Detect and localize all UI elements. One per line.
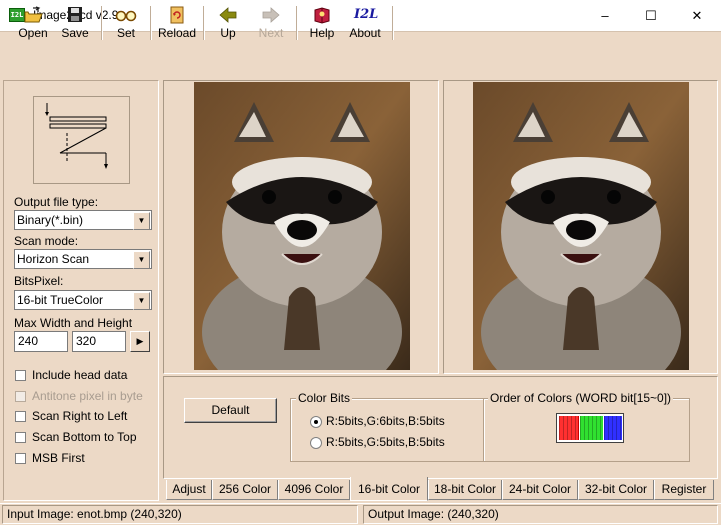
scan-right-left-checkbox[interactable] — [15, 411, 26, 422]
antitone-checkbox[interactable] — [15, 391, 26, 402]
help-book-icon — [314, 7, 330, 24]
radio-555[interactable] — [310, 437, 322, 449]
reload-icon — [170, 6, 184, 24]
input-image-status: Input Image: enot.bmp (240,320) — [2, 505, 358, 524]
chevron-down-icon[interactable]: ▼ — [133, 212, 150, 230]
output-image — [473, 82, 689, 370]
output-type-select[interactable]: Binary(*.bin) ▼ — [14, 210, 152, 230]
include-head-checkbox[interactable] — [15, 370, 26, 381]
color-order-swatch[interactable] — [556, 413, 624, 443]
apply-size-button[interactable]: ▶ — [130, 331, 150, 352]
bits-pixel-value: 16-bit TrueColor — [17, 293, 104, 307]
tab-32-bit-color[interactable]: 32-bit Color — [578, 480, 654, 500]
reload-button[interactable]: Reload — [156, 4, 198, 42]
open-label: Open — [18, 26, 48, 40]
save-button[interactable]: Save — [56, 4, 94, 42]
max-size-label: Max Width and Height — [14, 316, 133, 330]
blue-bits-swatch — [604, 416, 622, 440]
scan-direction-icon — [45, 103, 108, 169]
antitone-label: Antitone pixel in byte — [32, 389, 143, 403]
green-bits-swatch — [580, 416, 603, 440]
minimize-button[interactable]: – — [582, 0, 628, 31]
input-image — [194, 82, 410, 370]
tab-256-color[interactable]: 256 Color — [212, 480, 278, 500]
radio-555-label: R:5bits,G:5bits,B:5bits — [326, 435, 445, 449]
set-button[interactable]: Set — [108, 4, 144, 42]
chevron-down-icon[interactable]: ▼ — [133, 292, 150, 310]
open-button[interactable]: Open — [10, 4, 56, 42]
glasses-icon — [115, 10, 137, 22]
reload-label: Reload — [157, 26, 197, 40]
bits-pixel-label: BitsPixel: — [14, 274, 64, 288]
output-type-label: Output file type: — [14, 195, 99, 209]
scan-mode-select[interactable]: Horizon Scan ▼ — [14, 249, 152, 269]
default-button[interactable]: Default — [184, 398, 277, 423]
close-button[interactable]: ✕ — [674, 0, 720, 31]
arrow-left-icon — [219, 7, 237, 23]
up-label: Up — [220, 26, 236, 40]
msb-first-label: MSB First — [32, 451, 85, 465]
help-button[interactable]: Help — [303, 4, 341, 42]
toolbar-separator — [203, 6, 205, 40]
up-button[interactable]: Up — [210, 4, 246, 42]
output-image-status: Output Image: (240,320) — [363, 505, 718, 524]
maximize-button[interactable]: ☐ — [628, 0, 674, 31]
color-bits-group — [290, 398, 484, 462]
scan-bottom-top-checkbox[interactable] — [15, 432, 26, 443]
help-label: Help — [309, 26, 335, 40]
tab-4096-color[interactable]: 4096 Color — [278, 480, 350, 500]
include-head-label: Include head data — [32, 368, 128, 382]
tab-adjust[interactable]: Adjust — [166, 480, 212, 500]
i2l-logo-icon: I2L — [354, 7, 379, 22]
save-label: Save — [61, 26, 89, 40]
scan-mode-label: Scan mode: — [14, 234, 79, 248]
red-bits-swatch — [559, 416, 579, 440]
open-folder-icon — [24, 6, 43, 23]
scan-mode-value: Horizon Scan — [17, 252, 90, 266]
radio-565-label: R:5bits,G:6bits,B:5bits — [326, 414, 445, 428]
tab-24-bit-color[interactable]: 24-bit Color — [502, 480, 578, 500]
color-bits-title: Color Bits — [296, 391, 353, 405]
msb-first-checkbox[interactable] — [15, 453, 26, 464]
floppy-disk-icon — [68, 7, 82, 22]
max-height-input[interactable]: 320 — [72, 331, 126, 352]
toolbar-separator — [101, 6, 103, 40]
set-label: Set — [116, 26, 135, 40]
output-type-value: Binary(*.bin) — [17, 213, 84, 227]
radio-selected-dot — [314, 420, 318, 424]
bits-pixel-select[interactable]: 16-bit TrueColor ▼ — [14, 290, 152, 310]
tab-register[interactable]: Register — [654, 480, 714, 500]
chevron-down-icon[interactable]: ▼ — [133, 251, 150, 269]
tab-18-bit-color[interactable]: 18-bit Color — [428, 480, 502, 500]
about-label: About — [349, 26, 381, 40]
toolbar-separator — [150, 6, 152, 40]
radio-565[interactable] — [310, 416, 322, 428]
about-button[interactable]: I2L About — [344, 4, 386, 42]
scan-bottom-top-label: Scan Bottom to Top — [32, 430, 137, 444]
next-button[interactable]: Next — [252, 4, 290, 42]
next-label: Next — [258, 26, 284, 40]
toolbar-separator — [392, 6, 394, 40]
toolbar-separator — [296, 6, 298, 40]
arrow-right-icon — [262, 7, 280, 23]
scan-right-left-label: Scan Right to Left — [32, 409, 128, 423]
max-width-input[interactable]: 240 — [14, 331, 68, 352]
tab-16-bit-color[interactable]: 16-bit Color — [350, 477, 428, 501]
color-order-title: Order of Colors (WORD bit[15~0]) — [488, 391, 674, 405]
scan-mode-diagram — [33, 96, 130, 184]
